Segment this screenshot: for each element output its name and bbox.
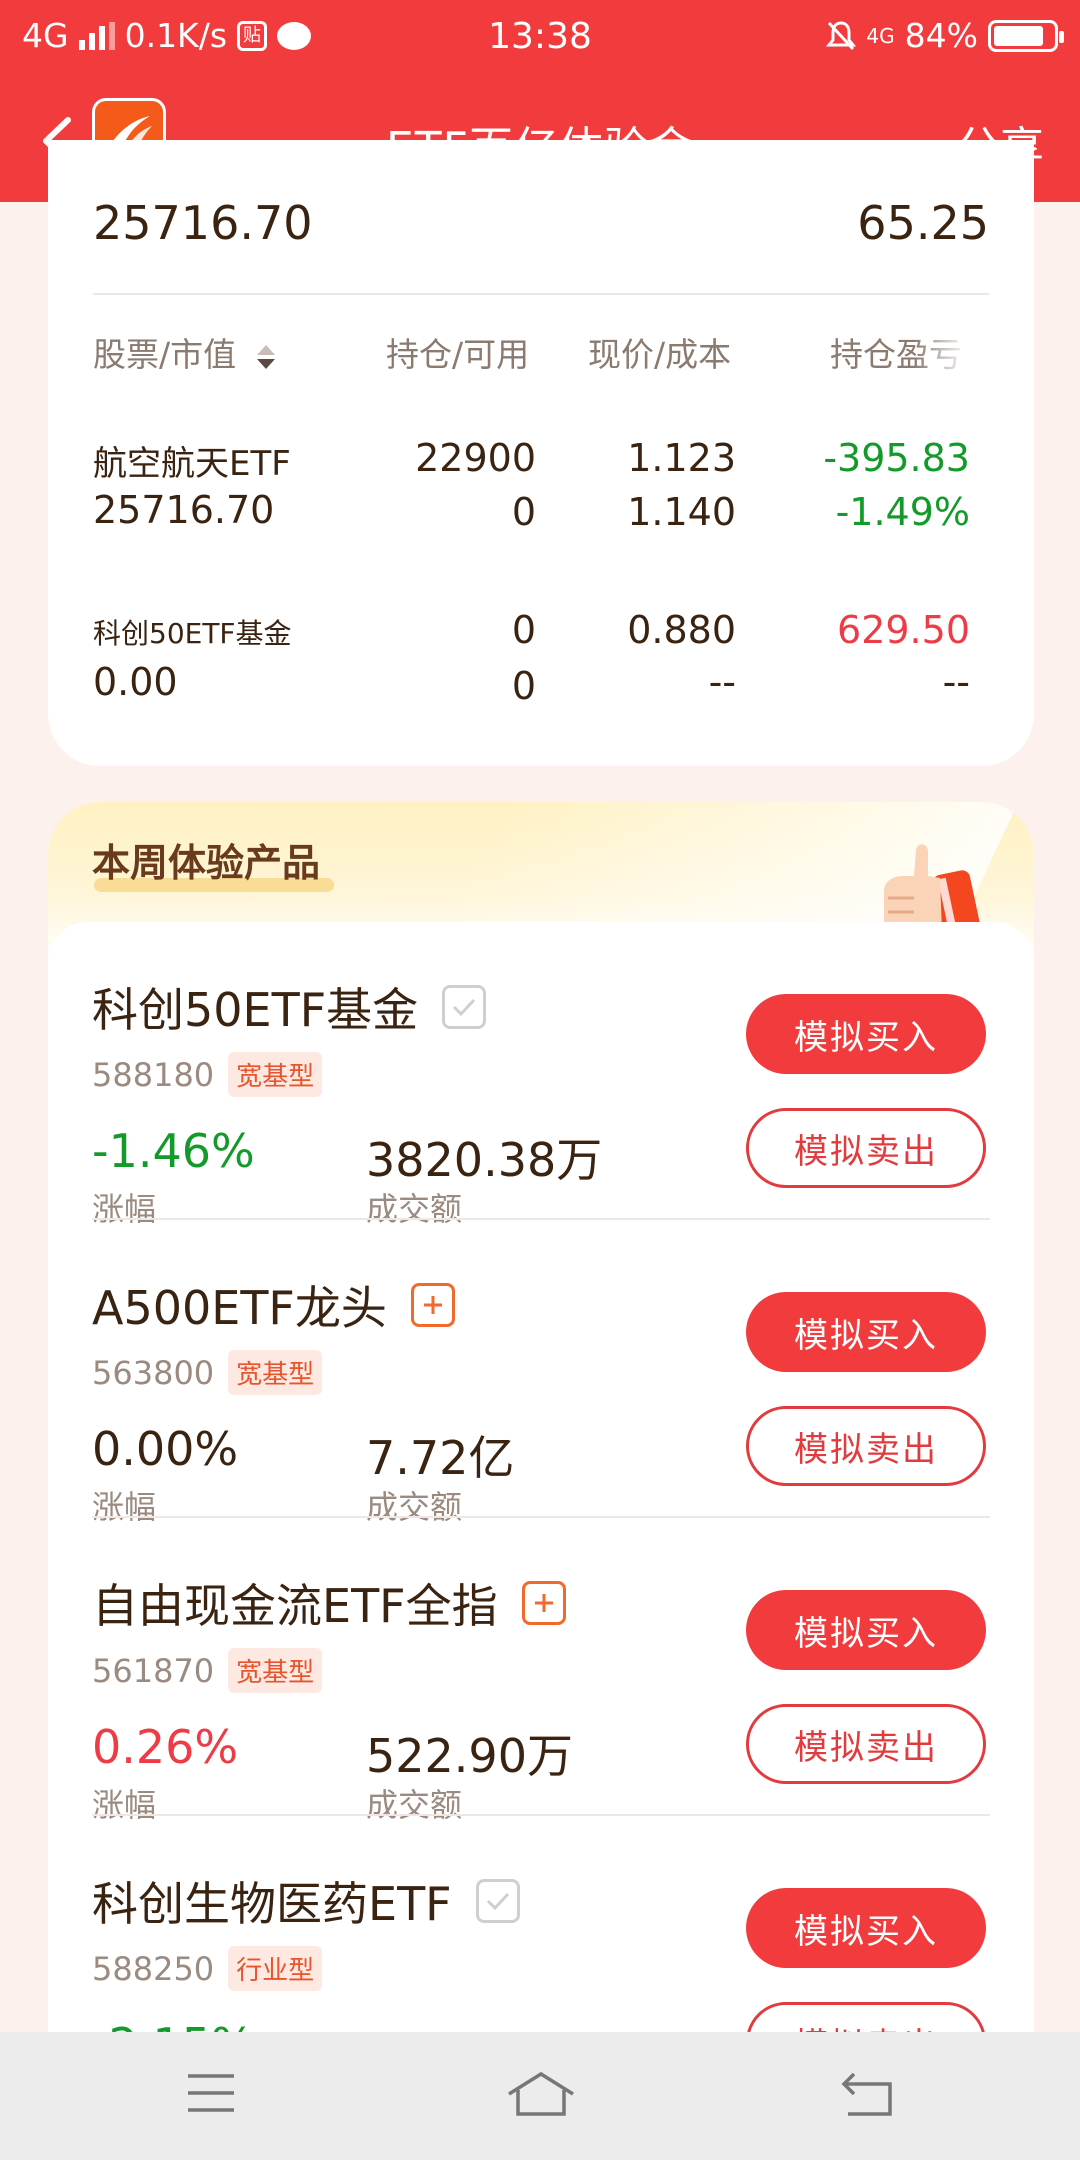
product-tag: 行业型 xyxy=(228,1946,323,1991)
header-position: 持仓/可用 xyxy=(386,335,530,374)
product-name: A500ETF龙头 xyxy=(92,1281,387,1335)
holding-pnl-pct: -- xyxy=(942,660,970,704)
holding-pnl: -395.83 xyxy=(823,436,970,480)
product-volume: 3820.38万 xyxy=(366,1133,603,1187)
product-name: 科创生物医药ETF xyxy=(92,1877,452,1931)
product-change: 0.26% xyxy=(92,1720,239,1774)
simulate-buy-button[interactable]: 模拟买入 xyxy=(746,1590,986,1670)
products-list: 科创50ETF基金 588180 宽基型 -1.46% 涨幅 3820.38万 … xyxy=(48,922,1034,2160)
sort-icon[interactable] xyxy=(255,343,277,371)
holding-available: 0 xyxy=(511,664,536,708)
check-icon[interactable] xyxy=(442,985,487,1029)
total-right-value: 65.25 xyxy=(857,196,989,250)
products-title: 本周体验产品 xyxy=(92,841,321,885)
product-name-row: 科创生物医药ETF xyxy=(92,1868,520,1934)
header-pnl: 持仓盈亏 xyxy=(830,335,962,374)
product-code-row: 588250 行业型 xyxy=(92,1946,323,1991)
holdings-card: 25716.70 65.25 股票/市值 持仓/可用 现价/成本 持仓盈亏 航空… xyxy=(48,140,1034,766)
product-change: 0.00% xyxy=(92,1422,239,1476)
menu-icon[interactable] xyxy=(186,2070,236,2116)
battery-text: 84% xyxy=(904,16,978,55)
product-volume: 522.90万 xyxy=(366,1729,573,1783)
product-tag: 宽基型 xyxy=(228,1350,323,1395)
total-market-value: 25716.70 xyxy=(93,196,313,250)
simulate-sell-button[interactable]: 模拟卖出 xyxy=(746,1406,986,1486)
product-tag: 宽基型 xyxy=(228,1052,323,1097)
product-name-row: A500ETF龙头 xyxy=(92,1272,455,1338)
holding-position: 22900 xyxy=(415,436,536,480)
holding-available: 0 xyxy=(511,490,536,534)
product-item[interactable]: A500ETF龙头 563800 宽基型 0.00% 涨幅 7.72亿 成交额 … xyxy=(48,1220,1034,1526)
holding-pnl: 629.50 xyxy=(837,608,970,652)
product-item[interactable]: 科创50ETF基金 588180 宽基型 -1.46% 涨幅 3820.38万 … xyxy=(48,922,1034,1228)
product-code-row: 563800 宽基型 xyxy=(92,1350,323,1395)
holding-pnl-pct: -1.49% xyxy=(835,490,970,534)
simulate-sell-button[interactable]: 模拟卖出 xyxy=(746,1108,986,1188)
product-volume: 7.72亿 xyxy=(366,1431,515,1485)
mute-bell-icon xyxy=(826,20,857,50)
4g-data-icon: 4G xyxy=(866,23,895,48)
holding-price: 0.880 xyxy=(627,608,736,652)
plus-icon[interactable] xyxy=(521,1581,566,1625)
status-bar: 4G 0.1K/s 贴 13:38 4G 84% xyxy=(0,0,1080,72)
product-code-row: 561870 宽基型 xyxy=(92,1648,323,1693)
holding-name[interactable]: 科创50ETF基金 xyxy=(93,612,292,652)
status-right: 4G 84% xyxy=(826,16,1064,55)
product-name: 自由现金流ETF全指 xyxy=(92,1579,498,1633)
product-code: 561870 xyxy=(92,1651,215,1690)
product-code-row: 588180 宽基型 xyxy=(92,1052,323,1097)
product-code: 563800 xyxy=(92,1353,215,1392)
header-stock-label: 股票/市值 xyxy=(93,335,237,374)
simulate-buy-button[interactable]: 模拟买入 xyxy=(746,1888,986,1968)
product-code: 588180 xyxy=(92,1055,215,1094)
plus-icon[interactable] xyxy=(410,1283,455,1327)
product-name-row: 自由现金流ETF全指 xyxy=(92,1570,566,1636)
home-icon[interactable] xyxy=(506,2070,576,2120)
simulate-sell-button[interactable]: 模拟卖出 xyxy=(746,1704,986,1784)
simulate-buy-button[interactable]: 模拟买入 xyxy=(746,1292,986,1372)
holding-cost: 1.140 xyxy=(627,490,736,534)
holding-cost: -- xyxy=(708,660,736,704)
holding-position: 0 xyxy=(511,608,536,652)
simulate-buy-button[interactable]: 模拟买入 xyxy=(746,994,986,1074)
system-nav-bar xyxy=(0,2032,1080,2160)
divider xyxy=(93,293,989,295)
product-item[interactable]: 自由现金流ETF全指 561870 宽基型 0.26% 涨幅 522.90万 成… xyxy=(48,1518,1034,1824)
product-name: 科创50ETF基金 xyxy=(92,983,419,1037)
holding-value: 0.00 xyxy=(93,660,178,704)
product-name-row: 科创50ETF基金 xyxy=(92,974,487,1040)
header-price: 现价/成本 xyxy=(588,335,732,374)
product-change: -1.46% xyxy=(92,1124,255,1178)
holding-name[interactable]: 航空航天ETF xyxy=(93,436,291,485)
product-code: 588250 xyxy=(92,1949,215,1988)
holding-price: 1.123 xyxy=(627,436,736,480)
holding-value: 25716.70 xyxy=(93,488,275,532)
products-card: 本周体验产品 科创50ETF基金 588180 宽基型 -1.46% 涨幅 38… xyxy=(48,802,1034,2160)
header-stock[interactable]: 股票/市值 xyxy=(93,328,277,376)
check-icon[interactable] xyxy=(475,1879,520,1923)
product-tag: 宽基型 xyxy=(228,1648,323,1693)
return-icon[interactable] xyxy=(840,2070,896,2120)
battery-icon xyxy=(988,19,1064,52)
